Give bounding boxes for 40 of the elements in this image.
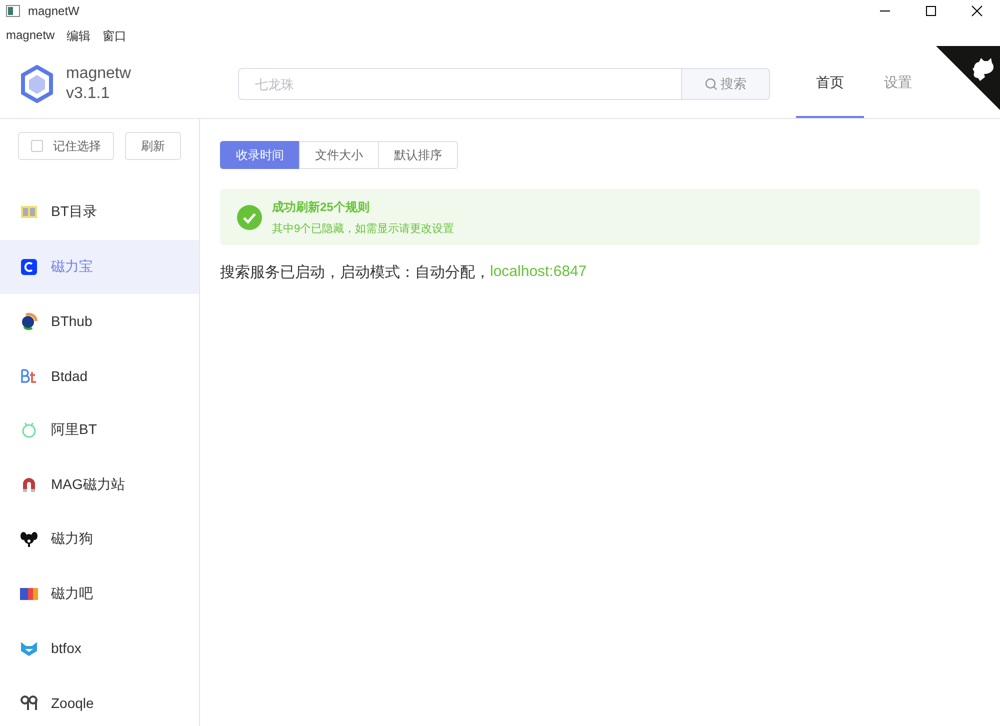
maximize-icon[interactable] bbox=[925, 5, 937, 17]
sidebar-item[interactable]: 阿里BT bbox=[0, 403, 199, 458]
sidebar-item[interactable]: btfox bbox=[0, 621, 199, 676]
alert-title: 成功刷新25个规则 bbox=[272, 198, 370, 216]
site-logo-icon bbox=[20, 366, 38, 385]
nav-tab[interactable]: 首页 bbox=[796, 50, 864, 118]
alert-description: 其中9个已隐藏，如需显示请更改设置 bbox=[272, 222, 454, 236]
app-version: v3.1.1 bbox=[66, 84, 111, 104]
menu-item[interactable]: magnetw bbox=[6, 28, 55, 46]
menu-item[interactable]: 窗口 bbox=[102, 28, 127, 46]
site-logo-icon bbox=[20, 639, 38, 658]
window-title: magnetW bbox=[28, 4, 80, 18]
status-text: 搜索服务已启动，启动模式：自动分配， bbox=[220, 263, 490, 282]
sidebar-item[interactable]: BThub bbox=[0, 294, 199, 348]
app-icon bbox=[6, 5, 20, 17]
site-logo-icon bbox=[20, 312, 38, 330]
hexagon-logo-icon bbox=[20, 65, 54, 103]
refresh-button[interactable]: 刷新 bbox=[125, 132, 181, 160]
remember-choice-checkbox[interactable]: 记住选择 bbox=[18, 132, 114, 160]
app-name: magnetw bbox=[66, 64, 132, 84]
sidebar-item[interactable]: 磁力吧 bbox=[0, 566, 199, 621]
github-corner-icon[interactable] bbox=[936, 46, 1000, 110]
check-circle-icon bbox=[237, 204, 262, 230]
site-logo-icon bbox=[20, 258, 38, 276]
sort-tab[interactable]: 默认排序 bbox=[378, 141, 458, 169]
sidebar-item[interactable]: 磁力狗 bbox=[0, 512, 199, 566]
close-icon[interactable] bbox=[971, 5, 983, 17]
sort-tab[interactable]: 收录时间 bbox=[220, 141, 300, 169]
menu-item[interactable]: 编辑 bbox=[66, 28, 91, 46]
site-logo-icon bbox=[20, 421, 38, 440]
site-logo-icon bbox=[20, 530, 38, 548]
search-field[interactable]: 七龙珠 bbox=[238, 68, 682, 100]
search-icon bbox=[704, 78, 716, 90]
sidebar-item[interactable]: Btdad bbox=[0, 348, 199, 403]
sort-tab[interactable]: 文件大小 bbox=[299, 141, 379, 169]
site-logo-icon bbox=[20, 476, 38, 494]
site-logo-icon bbox=[20, 694, 38, 712]
sidebar-item[interactable]: MAG磁力站 bbox=[0, 458, 199, 512]
sidebar-item[interactable]: BT目录 bbox=[0, 185, 199, 240]
sidebar-item[interactable]: Zooqle bbox=[0, 676, 199, 726]
